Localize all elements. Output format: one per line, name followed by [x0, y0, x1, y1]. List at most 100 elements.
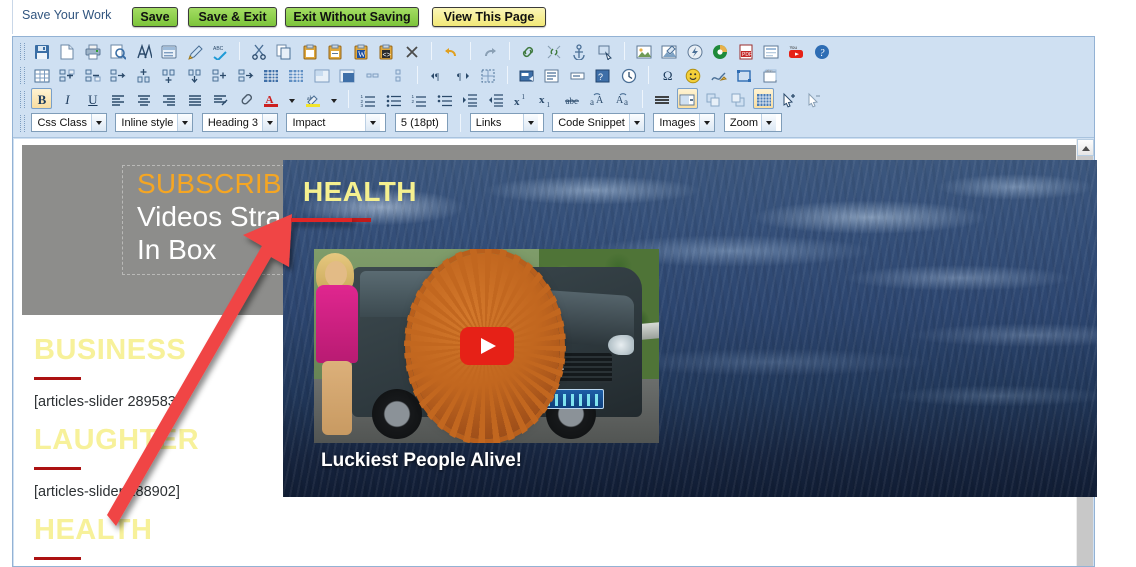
- remove-format-icon[interactable]: [401, 40, 422, 61]
- paint-format-icon[interactable]: [184, 40, 205, 61]
- align-center-icon[interactable]: [133, 88, 154, 109]
- text-color-icon[interactable]: A: [261, 88, 282, 109]
- chevron-down-icon[interactable]: [760, 114, 776, 131]
- section-laughter[interactable]: LAUGHTER [articles-slider 288902]: [34, 423, 199, 500]
- layer-front-icon[interactable]: [702, 88, 723, 109]
- select-all-icon[interactable]: [594, 40, 615, 61]
- align-justify-icon[interactable]: [184, 88, 205, 109]
- split-cells-icon[interactable]: [235, 64, 256, 85]
- subscript-icon[interactable]: x1: [536, 88, 557, 109]
- table-select-icon[interactable]: [337, 64, 358, 85]
- youtube-play-icon[interactable]: [459, 327, 514, 365]
- health-preview-overlay[interactable]: HEALTH JML Luckies: [283, 160, 1097, 497]
- text-color-arrow-icon[interactable]: [286, 88, 298, 109]
- deselect-pointer-icon[interactable]: [804, 88, 825, 109]
- eraser-icon[interactable]: [235, 88, 256, 109]
- textarea-icon[interactable]: [542, 64, 563, 85]
- cut-icon[interactable]: [249, 40, 270, 61]
- redo-icon[interactable]: [479, 40, 500, 61]
- copy-icon[interactable]: [274, 40, 295, 61]
- delete-row-icon[interactable]: [184, 64, 205, 85]
- save-icon[interactable]: [31, 40, 52, 61]
- rtl-icon[interactable]: ¶: [452, 64, 473, 85]
- ordered-list-icon[interactable]: 12: [409, 88, 430, 109]
- underline-icon[interactable]: U: [82, 88, 103, 109]
- merge-cells-icon[interactable]: [210, 64, 231, 85]
- unlink-icon[interactable]: [543, 40, 564, 61]
- image-edit-icon[interactable]: [659, 40, 680, 61]
- youtube-video-thumbnail[interactable]: JML: [314, 249, 659, 443]
- paste-text-icon[interactable]: [325, 40, 346, 61]
- section-shortcode[interactable]: [articles-slider 289583]: [34, 394, 186, 410]
- layer-back-icon[interactable]: [728, 88, 749, 109]
- table-row-icon[interactable]: [388, 64, 409, 85]
- save-and-exit-button[interactable]: Save & Exit: [188, 7, 277, 27]
- insert-row-above-icon[interactable]: [133, 64, 154, 85]
- insert-column-left-icon[interactable]: [57, 64, 78, 85]
- highlight-color-icon[interactable]: ab: [302, 88, 323, 109]
- table-properties-icon[interactable]: [286, 64, 307, 85]
- print-preview-icon[interactable]: [108, 40, 129, 61]
- signature-icon[interactable]: [708, 64, 729, 85]
- indent-icon[interactable]: [460, 88, 481, 109]
- media-icon[interactable]: [710, 40, 731, 61]
- css-class-dropdown[interactable]: Css Class: [31, 113, 107, 132]
- bold-icon[interactable]: B: [31, 88, 53, 109]
- toolbar-grip[interactable]: [20, 67, 25, 84]
- grid-icon[interactable]: [753, 88, 775, 109]
- uppercase-icon[interactable]: aA: [587, 88, 608, 109]
- spellcheck-icon[interactable]: ABC: [210, 40, 231, 61]
- font-size-dropdown[interactable]: 5 (18pt): [394, 113, 448, 132]
- unordered-list-icon[interactable]: [434, 88, 455, 109]
- section-health[interactable]: HEALTH: [34, 513, 152, 560]
- inline-style-dropdown[interactable]: Inline style: [115, 113, 194, 132]
- clock-icon[interactable]: [618, 64, 639, 85]
- select-pointer-icon[interactable]: [779, 88, 800, 109]
- align-right-icon[interactable]: [159, 88, 180, 109]
- insert-column-right-icon[interactable]: [82, 64, 103, 85]
- font-family-dropdown[interactable]: Impact: [286, 113, 387, 132]
- form-icon[interactable]: [517, 64, 538, 85]
- templates-icon[interactable]: [159, 40, 180, 61]
- table-grid-icon[interactable]: [261, 64, 282, 85]
- template-icon[interactable]: abc: [759, 64, 780, 85]
- flash-icon[interactable]: [684, 40, 705, 61]
- toolbar-grip[interactable]: [20, 91, 25, 108]
- image-icon[interactable]: [633, 40, 654, 61]
- page-icon[interactable]: [761, 40, 782, 61]
- page-break-icon[interactable]: [676, 88, 698, 109]
- images-dropdown[interactable]: Images: [653, 113, 716, 132]
- chevron-down-icon[interactable]: [522, 114, 538, 131]
- cell-properties-icon[interactable]: [311, 64, 332, 85]
- ltr-icon[interactable]: ¶: [427, 64, 448, 85]
- special-character-icon[interactable]: Ω: [657, 64, 678, 85]
- chevron-down-icon[interactable]: [262, 114, 278, 131]
- iframe-icon[interactable]: [734, 64, 755, 85]
- italic-icon[interactable]: I: [57, 88, 78, 109]
- lowercase-icon[interactable]: Aa: [612, 88, 633, 109]
- outdent-icon[interactable]: [485, 88, 506, 109]
- hidden-field-icon[interactable]: ?: [593, 64, 614, 85]
- smiley-icon[interactable]: [683, 64, 704, 85]
- paste-icon[interactable]: [299, 40, 320, 61]
- section-shortcode[interactable]: [articles-slider 288902]: [34, 484, 199, 500]
- align-left-icon[interactable]: [108, 88, 129, 109]
- zoom-dropdown[interactable]: Zoom: [723, 113, 782, 132]
- paste-html-icon[interactable]: <>: [376, 40, 397, 61]
- view-this-page-button[interactable]: View This Page: [432, 7, 546, 27]
- superscript-icon[interactable]: x1: [511, 88, 532, 109]
- delete-column-icon[interactable]: [108, 64, 129, 85]
- print-icon[interactable]: [82, 40, 103, 61]
- pdf-icon[interactable]: PDF: [735, 40, 756, 61]
- paste-word-icon[interactable]: W: [350, 40, 371, 61]
- find-icon[interactable]: [133, 40, 154, 61]
- remove-format-icon[interactable]: [210, 88, 231, 109]
- table-icon[interactable]: [31, 64, 52, 85]
- text-field-icon[interactable]: [567, 64, 588, 85]
- highlight-color-arrow-icon[interactable]: [328, 88, 340, 109]
- undo-icon[interactable]: [440, 40, 461, 61]
- numbered-list-icon[interactable]: 123: [358, 88, 379, 109]
- horizontal-rule-icon[interactable]: [651, 88, 672, 109]
- link-icon[interactable]: [518, 40, 539, 61]
- new-page-icon[interactable]: [57, 40, 78, 61]
